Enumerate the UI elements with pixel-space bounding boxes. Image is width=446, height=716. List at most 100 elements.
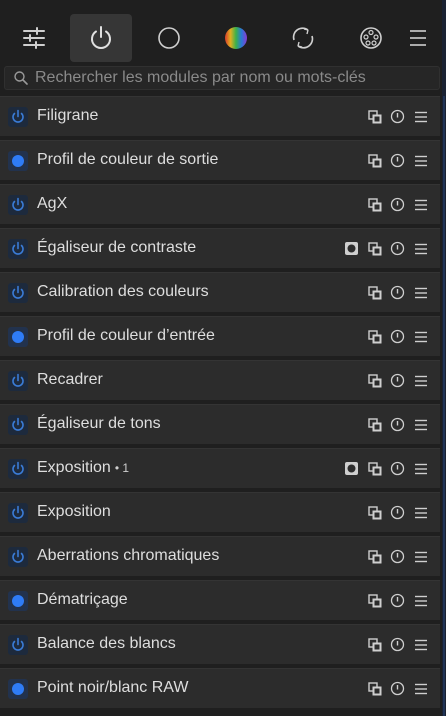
presets-menu-icon[interactable] [413, 681, 428, 696]
tab-base[interactable] [138, 14, 200, 62]
module-search-box[interactable] [4, 66, 440, 90]
module-row[interactable]: Balance des blancs [0, 624, 440, 664]
module-row[interactable]: Égaliseur de tons [0, 404, 440, 444]
module-tools [367, 153, 428, 168]
tab-correct[interactable] [272, 14, 334, 62]
presets-menu-icon[interactable] [413, 461, 428, 476]
power-icon [12, 155, 24, 167]
module-tools [367, 197, 428, 212]
module-row[interactable]: Égaliseur de contraste [0, 228, 440, 268]
module-power-toggle[interactable] [8, 195, 28, 215]
module-power-toggle[interactable] [8, 635, 28, 655]
presets-menu-icon[interactable] [413, 637, 428, 652]
module-power-toggle[interactable] [8, 151, 28, 171]
search-icon [14, 71, 28, 85]
presets-menu-icon[interactable] [413, 373, 428, 388]
module-name: Profil de couleur d’entrée [37, 327, 215, 344]
module-row[interactable]: Exposition • 1 [0, 448, 440, 488]
multi-instance-icon[interactable] [367, 637, 382, 652]
module-row[interactable]: Dématriçage [0, 580, 440, 620]
reset-icon[interactable] [390, 549, 405, 564]
reset-icon[interactable] [390, 637, 405, 652]
multi-instance-icon[interactable] [367, 197, 382, 212]
multi-instance-icon[interactable] [367, 505, 382, 520]
reset-icon[interactable] [390, 593, 405, 608]
tab-active-modules[interactable] [70, 14, 132, 62]
presets-menu-icon[interactable] [413, 241, 428, 256]
presets-menu-icon[interactable] [413, 505, 428, 520]
module-tools [367, 681, 428, 696]
reset-icon[interactable] [390, 109, 405, 124]
multi-instance-icon[interactable] [367, 109, 382, 124]
module-row[interactable]: Point noir/blanc RAW [0, 668, 440, 708]
module-row[interactable]: AgX [0, 184, 440, 224]
module-row[interactable]: Calibration des couleurs [0, 272, 440, 312]
presets-menu-icon[interactable] [413, 593, 428, 608]
presets-menu-icon[interactable] [413, 109, 428, 124]
module-power-toggle[interactable] [8, 283, 28, 303]
power-icon [12, 241, 24, 255]
tab-menu[interactable] [396, 14, 440, 62]
presets-menu-icon[interactable] [413, 329, 428, 344]
module-name: Exposition [37, 503, 111, 520]
module-name: Calibration des couleurs [37, 283, 209, 300]
module-row[interactable]: Profil de couleur d’entrée [0, 316, 440, 356]
scrollbar[interactable] [442, 0, 446, 716]
module-power-toggle[interactable] [8, 107, 28, 127]
module-power-toggle[interactable] [8, 327, 28, 347]
multi-instance-icon[interactable] [367, 373, 382, 388]
reset-icon[interactable] [390, 241, 405, 256]
module-tools [367, 637, 428, 652]
multi-instance-icon[interactable] [367, 417, 382, 432]
reset-icon[interactable] [390, 373, 405, 388]
mask-indicator-icon[interactable] [344, 461, 359, 476]
presets-menu-icon[interactable] [413, 153, 428, 168]
reset-icon[interactable] [390, 197, 405, 212]
multi-instance-icon[interactable] [367, 241, 382, 256]
multi-instance-icon[interactable] [367, 153, 382, 168]
module-row[interactable]: Profil de couleur de sortie [0, 140, 440, 180]
power-icon [12, 331, 24, 343]
module-name: Point noir/blanc RAW [37, 679, 189, 696]
search-input[interactable] [35, 69, 435, 87]
module-power-toggle[interactable] [8, 371, 28, 391]
multi-instance-icon[interactable] [367, 549, 382, 564]
module-power-toggle[interactable] [8, 679, 28, 699]
power-icon [12, 197, 24, 211]
reset-icon[interactable] [390, 417, 405, 432]
multi-instance-icon[interactable] [367, 593, 382, 608]
multi-instance-icon[interactable] [367, 285, 382, 300]
presets-menu-icon[interactable] [413, 549, 428, 564]
reset-icon[interactable] [390, 153, 405, 168]
tab-effects[interactable] [340, 14, 402, 62]
module-row[interactable]: Recadrer [0, 360, 440, 400]
module-row[interactable]: Exposition [0, 492, 440, 532]
reset-icon[interactable] [390, 461, 405, 476]
reset-icon[interactable] [390, 505, 405, 520]
module-tools [344, 461, 428, 476]
presets-menu-icon[interactable] [413, 285, 428, 300]
module-power-toggle[interactable] [8, 591, 28, 611]
presets-menu-icon[interactable] [413, 417, 428, 432]
power-icon [12, 109, 24, 123]
module-power-toggle[interactable] [8, 547, 28, 567]
module-row[interactable]: Aberrations chromatiques [0, 536, 440, 576]
module-power-toggle[interactable] [8, 459, 28, 479]
multi-instance-icon[interactable] [367, 681, 382, 696]
tab-quick-access[interactable] [3, 14, 65, 62]
reset-icon[interactable] [390, 681, 405, 696]
module-row[interactable]: Filigrane [0, 96, 440, 136]
module-name: Exposition • 1 [37, 459, 130, 476]
module-power-toggle[interactable] [8, 503, 28, 523]
presets-menu-icon[interactable] [413, 197, 428, 212]
multi-instance-icon[interactable] [367, 461, 382, 476]
multi-instance-icon[interactable] [367, 329, 382, 344]
tab-color[interactable] [205, 14, 267, 62]
module-power-toggle[interactable] [8, 415, 28, 435]
mask-indicator-icon[interactable] [344, 241, 359, 256]
module-power-toggle[interactable] [8, 239, 28, 259]
module-group-tabs [0, 14, 440, 64]
reset-icon[interactable] [390, 329, 405, 344]
film-reel-icon [360, 27, 382, 49]
reset-icon[interactable] [390, 285, 405, 300]
